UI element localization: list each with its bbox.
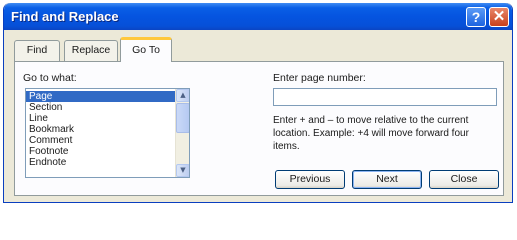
tab-find[interactable]: Find	[14, 40, 60, 61]
tab-go-to[interactable]: Go To	[120, 37, 172, 62]
title-bar[interactable]: Find and Replace ? ✕	[4, 3, 512, 30]
list-items: Page Section Line Bookmark Comment Footnote En…	[26, 91, 176, 168]
find-replace-dialog: Find and Replace ? ✕ Find Replace Go To …	[3, 3, 513, 203]
list-item[interactable]: Section	[26, 102, 176, 113]
list-item[interactable]: Page	[26, 91, 176, 102]
help-button[interactable]: ?	[466, 7, 486, 27]
previous-button[interactable]: Previous	[275, 170, 345, 189]
close-icon: ✕	[492, 8, 506, 25]
scroll-up-button[interactable]: ▲	[176, 89, 189, 102]
tab-replace[interactable]: Replace	[64, 40, 118, 61]
chevron-up-icon: ▲	[180, 91, 186, 99]
list-scrollbar[interactable]: ▲ ▼	[175, 89, 189, 177]
close-window-button[interactable]: ✕	[489, 7, 509, 27]
list-item[interactable]: Bookmark	[26, 124, 176, 135]
scroll-down-button[interactable]: ▼	[176, 164, 189, 177]
help-icon: ?	[471, 9, 481, 25]
chevron-down-icon: ▼	[180, 166, 186, 174]
list-item[interactable]: Endnote	[26, 157, 176, 168]
go-to-panel: Go to what: Enter page number: Page Secti…	[14, 61, 504, 196]
go-to-what-label: Go to what:	[23, 72, 77, 84]
close-button[interactable]: Close	[429, 170, 499, 189]
scroll-thumb[interactable]	[176, 103, 189, 133]
list-item[interactable]: Line	[26, 113, 176, 124]
go-to-what-list[interactable]: Page Section Line Bookmark Comment Footnote En…	[25, 88, 190, 178]
page-number-label: Enter page number:	[273, 72, 366, 84]
list-item[interactable]: Comment	[26, 135, 176, 146]
list-item[interactable]: Footnote	[26, 146, 176, 157]
go-to-help-text: Enter + and – to move relative to the cu…	[273, 115, 469, 152]
window-title: Find and Replace	[11, 9, 119, 24]
next-button[interactable]: Next	[352, 170, 422, 189]
page-number-input[interactable]	[273, 88, 497, 106]
